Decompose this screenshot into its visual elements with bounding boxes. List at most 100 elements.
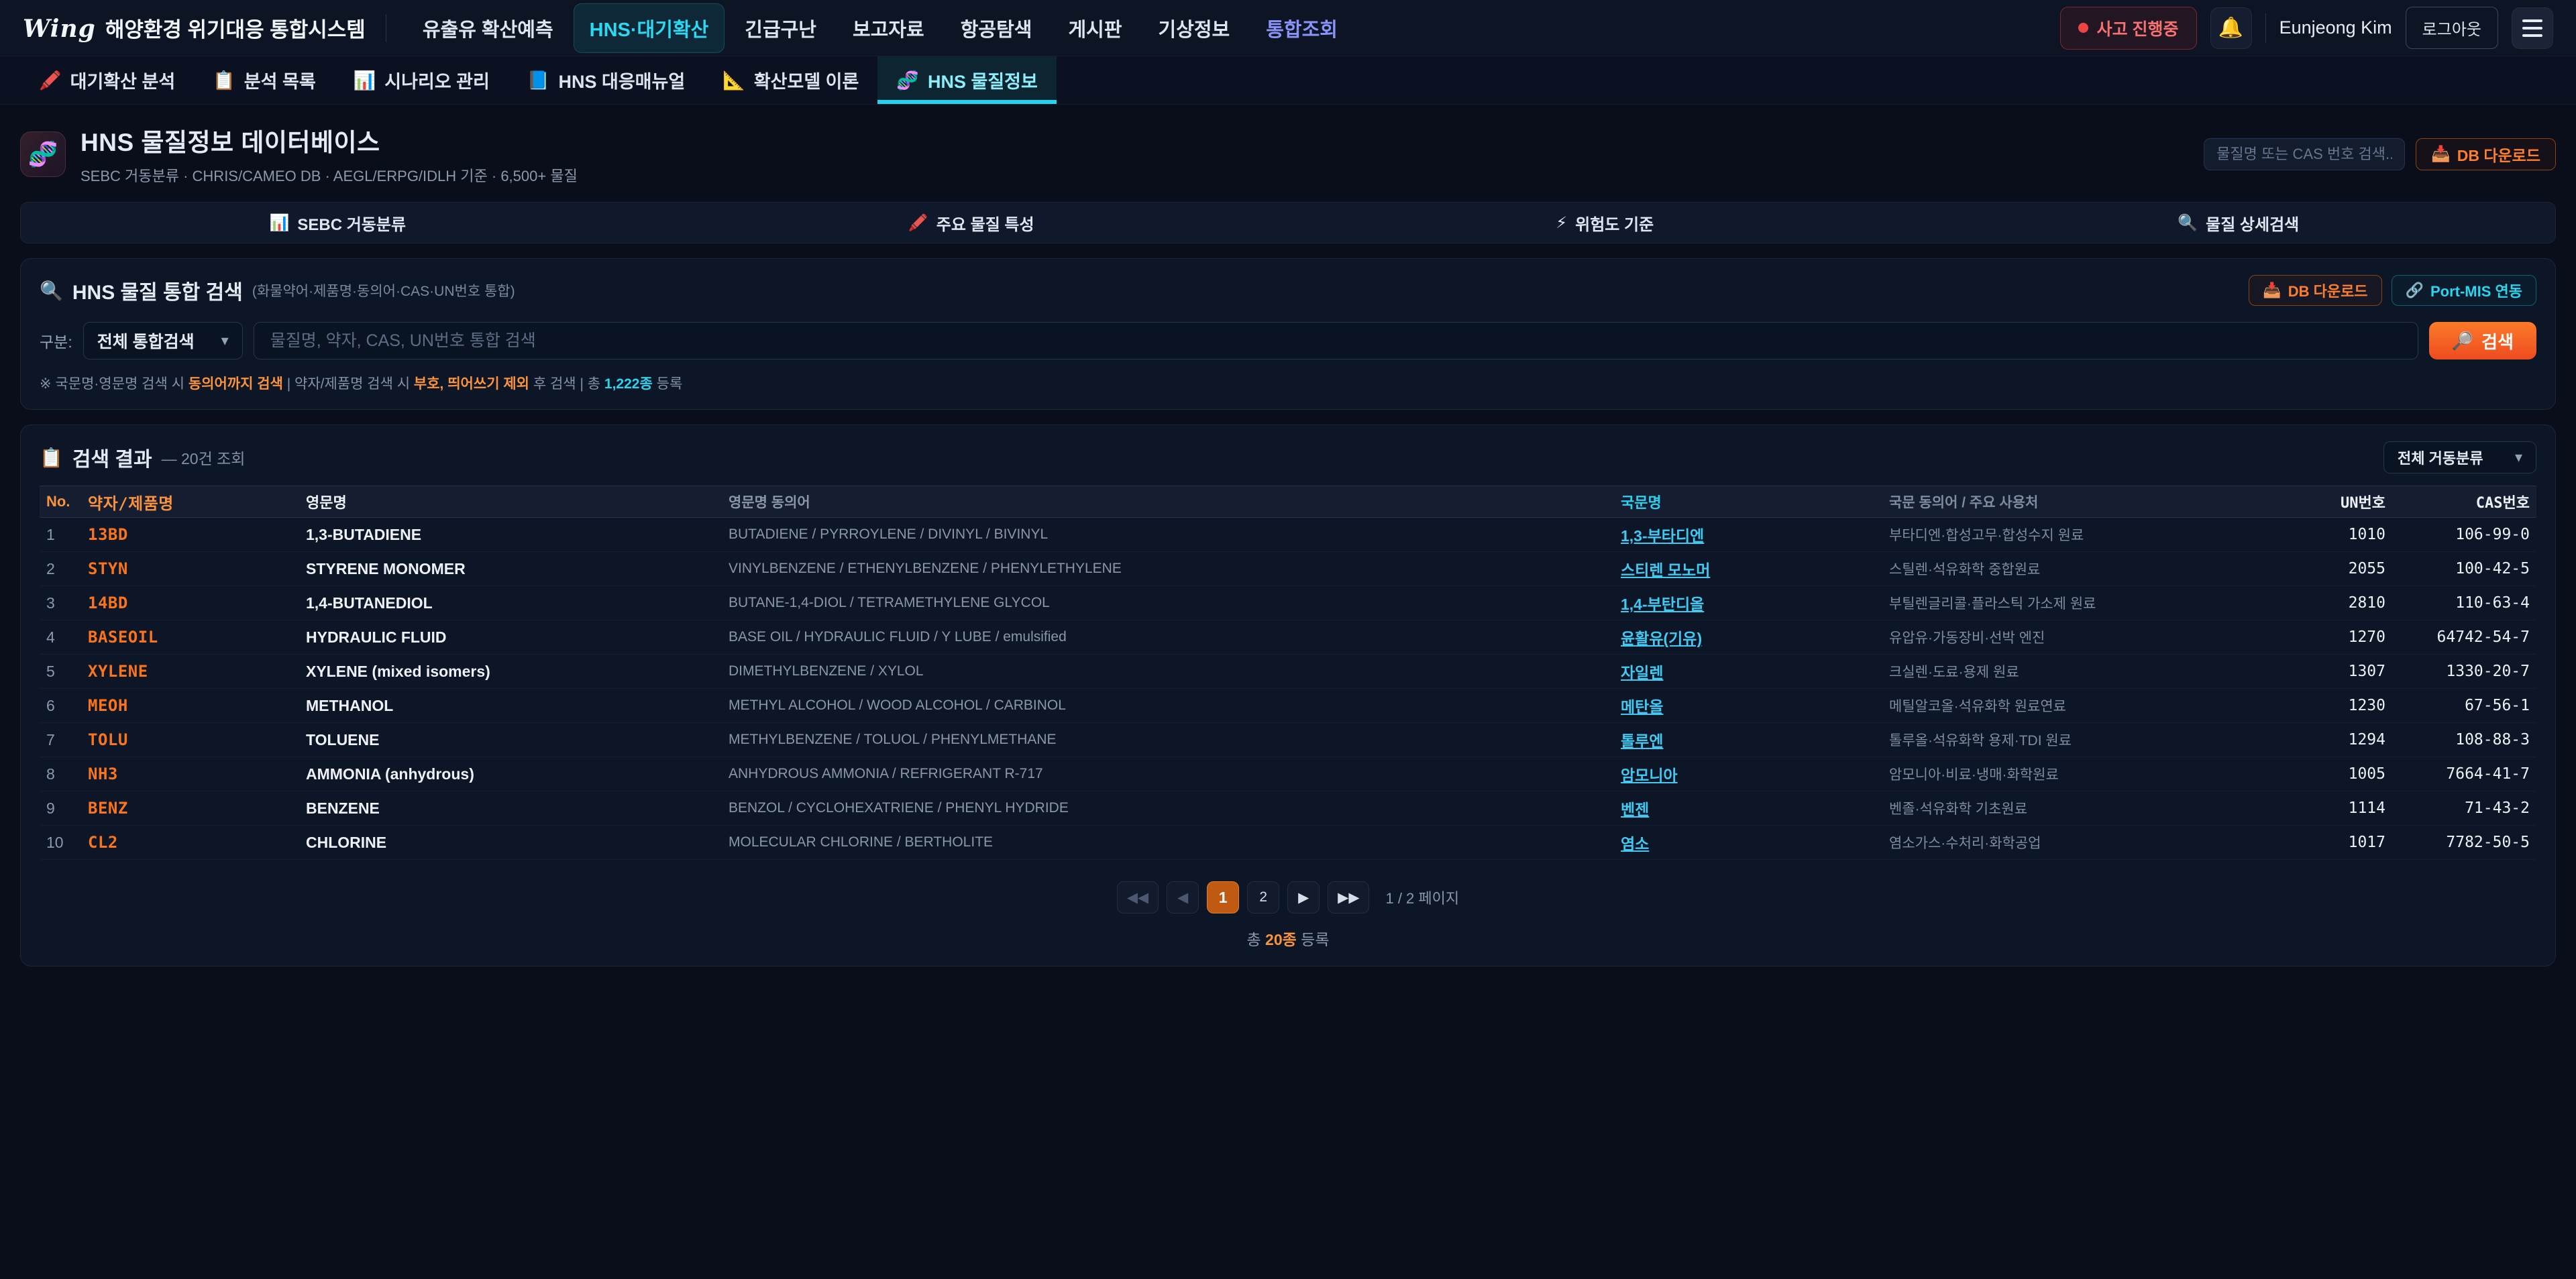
- menu-icon: [2522, 27, 2542, 30]
- subnav-tab[interactable]: 🖍️ 대기확산 분석: [20, 56, 194, 104]
- subnav-tab-label: HNS 물질정보: [928, 67, 1038, 93]
- cell-no: 7: [46, 731, 88, 749]
- feature-tab[interactable]: 🔍 물질 상세검색: [1922, 203, 2556, 243]
- cell-engsyn: BENZOL / CYCLOHEXATRIENE / PHENYL HYDRID…: [729, 800, 1621, 816]
- table-header-row: No. 약자/제품명 영문명 영문명 동의어 국문명 국문 동의어 / 주요 사…: [40, 486, 2536, 518]
- search-category-select[interactable]: 전체 통합검색 ▾: [83, 322, 243, 359]
- cell-eng: 1,3-BUTADIENE: [306, 526, 729, 544]
- nav-item[interactable]: 보고자료: [837, 3, 941, 53]
- feature-tab-label: 위험도 기준: [1575, 211, 1654, 235]
- subnav-tab-label: 확산모델 이론: [754, 67, 859, 93]
- incident-status-badge[interactable]: 사고 진행중: [2060, 7, 2197, 50]
- column-header-cas: CAS번호: [2385, 491, 2530, 512]
- feature-tab-strip: 📊 SEBC 거동분류 🖍️ 주요 물질 특성 ⚡ 위험도 기준 🔍 물질 상세…: [20, 202, 2556, 243]
- substance-korean-link[interactable]: 자일렌: [1621, 664, 1663, 681]
- substance-korean-link[interactable]: 벤젠: [1621, 801, 1649, 818]
- page-title-block: HNS 물질정보 데이터베이스 SEBC 거동분류 · CHRIS/CAMEO …: [80, 122, 578, 186]
- app-logo[interactable]: Wing 해양환경 위기대응 통합시스템: [23, 13, 366, 43]
- quick-search-input[interactable]: [2204, 138, 2405, 170]
- first-page-button[interactable]: ◀◀: [1117, 881, 1159, 913]
- substance-korean-link[interactable]: 톨루엔: [1621, 732, 1663, 750]
- menu-icon: [2522, 34, 2542, 37]
- cell-korsyn: 벤졸·석유화학 기초원료: [1889, 798, 2285, 818]
- substance-korean-link[interactable]: 염소: [1621, 835, 1649, 852]
- app-title: 해양환경 위기대응 통합시스템: [105, 13, 366, 43]
- cell-un: 2810: [2285, 594, 2385, 612]
- cell-eng: TOLUENE: [306, 731, 729, 749]
- table-body: 1 13BD 1,3-BUTADIENE BUTADIENE / PYRROYL…: [40, 518, 2536, 860]
- feature-tab[interactable]: 📊 SEBC 거동분류: [21, 203, 655, 243]
- cell-eng: XYLENE (mixed isomers): [306, 663, 729, 681]
- substance-korean-link[interactable]: 윤활유(기유): [1621, 630, 1702, 647]
- menu-icon: [2522, 19, 2542, 22]
- substance-korean-link[interactable]: 메탄올: [1621, 698, 1663, 716]
- cell-engsyn: DIMETHYLBENZENE / XYLOL: [729, 663, 1621, 679]
- db-download-button[interactable]: 📥 DB 다운로드: [2416, 138, 2556, 170]
- substance-korean-link[interactable]: 1,4-부탄디올: [1621, 596, 1704, 613]
- table-row: 9 BENZ BENZENE BENZOL / CYCLOHEXATRIENE …: [40, 791, 2536, 826]
- nav-item[interactable]: 통합조회: [1250, 3, 1354, 53]
- column-header-no: No.: [46, 493, 88, 510]
- prev-page-button[interactable]: ◀: [1167, 881, 1199, 913]
- behavior-class-filter-select[interactable]: 전체 거동분류 ▾: [2383, 441, 2536, 474]
- cell-engsyn: BUTADIENE / PYRROYLENE / DIVINYL / BIVIN…: [729, 526, 1621, 543]
- cell-no: 5: [46, 663, 88, 681]
- cell-abbr: BENZ: [88, 799, 306, 818]
- nav-item[interactable]: 게시판: [1052, 3, 1138, 53]
- cell-eng: METHANOL: [306, 697, 729, 715]
- next-page-button[interactable]: ▶: [1287, 881, 1320, 913]
- logout-button[interactable]: 로그아웃: [2406, 7, 2498, 49]
- portmis-link-button[interactable]: 🔗 Port-MIS 연동: [2392, 275, 2536, 306]
- nav-item[interactable]: 기상정보: [1142, 3, 1246, 53]
- subnav-tab[interactable]: 📘 HNS 대응매뉴얼: [508, 56, 704, 104]
- feature-tab-icon: 📊: [269, 213, 289, 233]
- subnav-tab[interactable]: 📊 시나리오 관리: [335, 56, 508, 104]
- cell-un: 1230: [2285, 697, 2385, 714]
- search-panel-note: (화물약어·제품명·동의어·CAS·UN번호 통합): [252, 280, 515, 300]
- last-page-button[interactable]: ▶▶: [1328, 881, 1369, 913]
- notifications-button[interactable]: 🔔: [2210, 7, 2252, 49]
- nav-item[interactable]: HNS·대기확산: [574, 3, 725, 53]
- subnav-tab[interactable]: 🧬 HNS 물질정보: [877, 56, 1057, 104]
- registered-count: 1,222종: [604, 376, 653, 392]
- feature-tab[interactable]: 🖍️ 주요 물질 특성: [655, 203, 1289, 243]
- search-panel: 🔍 HNS 물질 통합 검색 (화물약어·제품명·동의어·CAS·UN번호 통합…: [20, 258, 2556, 410]
- nav-item[interactable]: 항공탐색: [945, 3, 1049, 53]
- feature-tab-icon: ⚡: [1556, 213, 1567, 233]
- tip-highlight: 부호, 띄어쓰기 제외: [414, 376, 529, 392]
- db-download-button-small[interactable]: 📥 DB 다운로드: [2249, 275, 2381, 306]
- cell-korsyn: 톨루올·석유화학 용제·TDI 원료: [1889, 730, 2285, 750]
- cell-un: 1005: [2285, 765, 2385, 783]
- page-number-button[interactable]: 1: [1207, 881, 1239, 913]
- hamburger-menu-button[interactable]: [2512, 7, 2553, 49]
- cell-un: 1294: [2285, 731, 2385, 748]
- cell-engsyn: BASE OIL / HYDRAULIC FLUID / Y LUBE / em…: [729, 629, 1621, 645]
- subnav-tab[interactable]: 📐 확산모델 이론: [704, 56, 877, 104]
- subnav-tab[interactable]: 📋 분석 목록: [194, 56, 335, 104]
- nav-item[interactable]: 유출유 확산예측: [407, 3, 570, 53]
- substance-korean-link[interactable]: 1,3-부타디엔: [1621, 527, 1704, 545]
- cell-un: 1114: [2285, 799, 2385, 817]
- subnav-tab-label: 분석 목록: [244, 67, 316, 93]
- page-number-button[interactable]: 2: [1247, 881, 1279, 913]
- feature-tab-label: 물질 상세검색: [2206, 211, 2299, 235]
- cell-abbr: 14BD: [88, 594, 306, 612]
- pagination: ◀◀ ◀ 12 ▶ ▶▶ 1 / 2 페이지: [40, 881, 2536, 913]
- unified-search-input[interactable]: [254, 322, 2418, 359]
- substance-korean-link[interactable]: 스티렌 모노머: [1621, 561, 1710, 579]
- bell-icon: 🔔: [2218, 16, 2243, 40]
- cell-korsyn: 부틸렌글리콜·플라스틱 가소제 원료: [1889, 593, 2285, 613]
- cell-no: 9: [46, 799, 88, 818]
- clipboard-icon: 📋: [40, 447, 63, 469]
- feature-tab[interactable]: ⚡ 위험도 기준: [1288, 203, 1922, 243]
- divider: [2265, 13, 2266, 43]
- cell-eng: CHLORINE: [306, 834, 729, 852]
- page-header: 🧬 HNS 물질정보 데이터베이스 SEBC 거동분류 · CHRIS/CAME…: [0, 105, 2576, 197]
- search-button[interactable]: 🔎 검색: [2429, 322, 2536, 359]
- nav-item[interactable]: 긴급구난: [729, 3, 833, 53]
- substance-korean-link[interactable]: 암모니아: [1621, 767, 1678, 784]
- subnav-tab-label: 시나리오 관리: [384, 67, 490, 93]
- column-header-korsyn: 국문 동의어 / 주요 사용처: [1889, 492, 2285, 512]
- search-panel-actions: 📥 DB 다운로드 🔗 Port-MIS 연동: [2249, 275, 2536, 306]
- cell-engsyn: MOLECULAR CHLORINE / BERTHOLITE: [729, 834, 1621, 850]
